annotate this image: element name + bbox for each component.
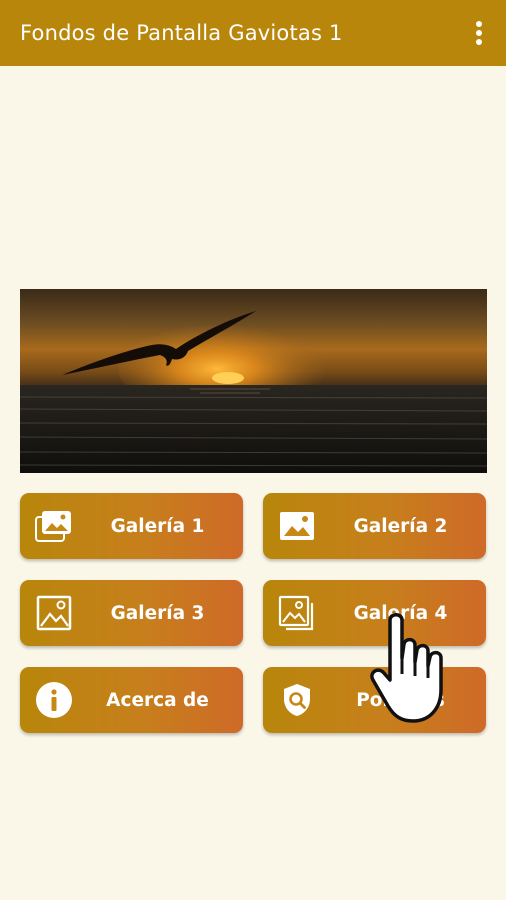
gallery-4-label: Galería 4 (353, 602, 448, 624)
gallery-3-label: Galería 3 (110, 602, 205, 624)
gallery-2-label: Galería 2 (353, 515, 448, 537)
shield-search-icon (277, 681, 317, 719)
image-stack-icon (277, 594, 317, 632)
more-options-button[interactable] (468, 13, 490, 53)
app-title: Fondos de Pantalla Gaviotas 1 (20, 21, 343, 45)
more-vert-icon (476, 21, 482, 45)
gallery-1-button[interactable]: Galería 1 (20, 493, 243, 559)
gallery-1-label: Galería 1 (110, 515, 205, 537)
gallery-4-button[interactable]: Galería 4 (263, 580, 486, 646)
image-icon (277, 507, 317, 545)
image-outline-icon (34, 594, 74, 632)
gallery-2-button[interactable]: Galería 2 (263, 493, 486, 559)
policies-label: Políticas (356, 689, 445, 711)
banner-image (20, 289, 487, 473)
photos-stack-icon (34, 507, 74, 545)
info-icon (34, 681, 74, 719)
about-label: Acerca de (106, 689, 209, 711)
policies-button[interactable]: Políticas (263, 667, 486, 733)
gallery-3-button[interactable]: Galería 3 (20, 580, 243, 646)
app-bar: Fondos de Pantalla Gaviotas 1 (0, 0, 506, 66)
about-button[interactable]: Acerca de (20, 667, 243, 733)
